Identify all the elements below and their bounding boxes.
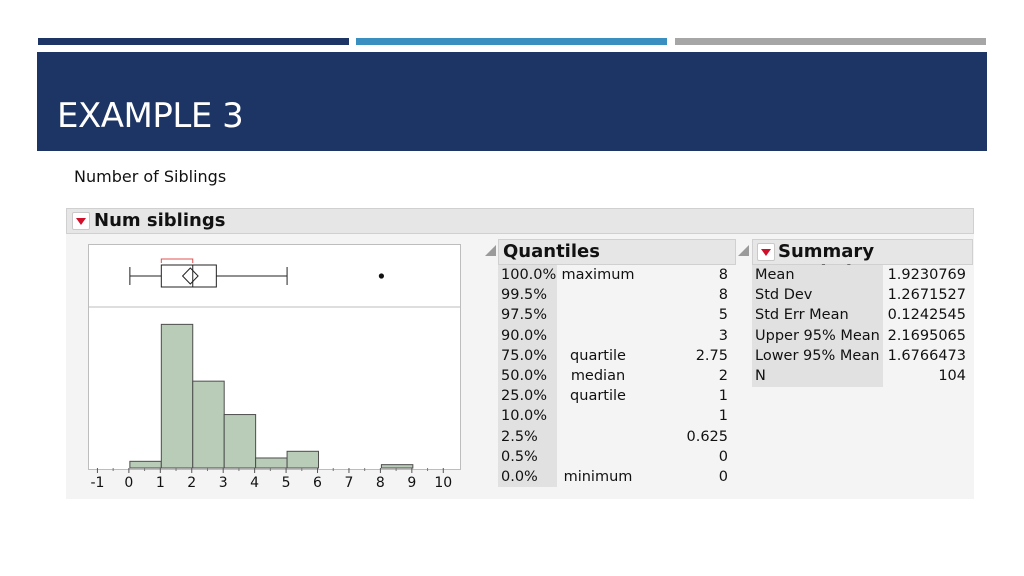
summary-row: Lower 95% Mean 1.6766473 xyxy=(752,346,968,366)
quantile-value: 0 xyxy=(718,448,728,465)
summary-value: 104 xyxy=(938,368,966,384)
quantile-row: 2.5% 0.625 xyxy=(498,427,730,447)
summary-label: Std Dev xyxy=(755,287,813,304)
quantile-row: 10.0% 1 xyxy=(498,406,730,426)
summary-value: 2.1695065 xyxy=(887,327,966,344)
summary-value: 1.6766473 xyxy=(887,347,966,364)
summary-table: Mean 1.9230769 Std Dev 1.2671527 Std Err Mea… xyxy=(752,265,968,389)
accent-bar-gray xyxy=(675,38,986,45)
summary-label: Lower 95% Mean xyxy=(755,347,880,364)
quantile-label: maximum xyxy=(561,267,635,283)
quantile-percent: 99.5% xyxy=(501,287,548,304)
quantile-percent: 97.5% xyxy=(501,307,548,324)
quantile-row: 100.0% maximum 8 xyxy=(498,265,730,285)
x-axis-tick-label: 7 xyxy=(344,475,353,491)
shortest-half-bracket xyxy=(160,258,194,263)
report-header: Num siblings xyxy=(66,208,974,234)
summary-row: Std Dev 1.2671527 xyxy=(752,285,968,305)
summary-label: Mean xyxy=(755,267,795,283)
quantile-percent: 90.0% xyxy=(501,327,548,344)
x-axis-tick-label: -1 xyxy=(90,475,104,491)
quantile-value: 2.75 xyxy=(695,347,728,364)
x-axis-svg: -1 0 1 2 3 4 5 6 7 8 9 10 xyxy=(90,468,452,491)
x-axis-tick-label: 2 xyxy=(187,475,196,491)
quantile-value: 1 xyxy=(718,388,728,405)
quantiles-header: Quantiles xyxy=(498,239,736,265)
quantiles-title: Quantiles xyxy=(503,241,600,262)
summary-value: 1.2671527 xyxy=(887,287,966,304)
summary-row: Upper 95% Mean 2.1695065 xyxy=(752,326,968,346)
histogram-bar xyxy=(255,457,288,469)
quantile-percent: 75.0% xyxy=(501,347,548,364)
quantile-percent: 2.5% xyxy=(501,428,538,445)
quantile-value: 1 xyxy=(718,408,728,425)
summary-row: Std Err Mean 0.1242545 xyxy=(752,305,968,325)
quantile-percent: 25.0% xyxy=(501,388,548,405)
x-axis-tick-label: 5 xyxy=(282,475,291,491)
red-triangle-menu-icon[interactable] xyxy=(72,212,90,230)
quantile-row: 90.0% 3 xyxy=(498,326,730,346)
quantile-value: 2 xyxy=(718,368,728,384)
quantile-row: 0.0% minimum 0 xyxy=(498,467,730,487)
quantile-percent: 0.5% xyxy=(501,448,538,465)
x-axis-tick-label: 9 xyxy=(407,475,416,491)
boxplot-box xyxy=(160,264,217,288)
quantile-value: 5 xyxy=(718,307,728,324)
quantiles-disclosure-icon[interactable] xyxy=(485,245,496,256)
red-triangle-menu-icon[interactable] xyxy=(757,243,775,261)
summary-label: N xyxy=(755,368,766,384)
histogram-bar xyxy=(129,460,162,469)
x-axis-tick-label: 3 xyxy=(219,475,228,491)
x-axis: -1 0 1 2 3 4 5 6 7 8 9 10 xyxy=(88,468,461,498)
summary-row: N 104 xyxy=(752,366,968,386)
x-axis-tick-label: 10 xyxy=(434,475,452,491)
quantile-row: 75.0% quartile 2.75 xyxy=(498,346,730,366)
summary-disclosure-icon[interactable] xyxy=(738,245,749,256)
quantile-row: 99.5% 8 xyxy=(498,285,730,305)
summary-row: Mean 1.9230769 xyxy=(752,265,968,285)
accent-bar-dark xyxy=(38,38,349,45)
boxplot-outlier-point xyxy=(378,273,384,279)
quantile-label: quartile xyxy=(570,388,626,405)
slide-subtitle: Number of Siblings xyxy=(74,167,227,186)
quantile-label: minimum xyxy=(563,469,633,485)
quantile-row: 97.5% 5 xyxy=(498,305,730,325)
quantile-percent: 10.0% xyxy=(501,408,548,425)
quantile-row: 25.0% quartile 1 xyxy=(498,386,730,406)
histogram-bar xyxy=(160,323,194,469)
x-axis-tick-label: 8 xyxy=(376,475,385,491)
quantile-row: 0.5% 0 xyxy=(498,447,730,467)
x-axis-tick-label: 4 xyxy=(250,475,259,491)
quantile-label: quartile xyxy=(570,347,626,364)
summary-value: 0.1242545 xyxy=(887,307,966,324)
histogram-bar xyxy=(192,380,225,469)
summary-label: Upper 95% Mean xyxy=(755,327,880,344)
histogram-plot xyxy=(88,244,461,470)
summary-value: 1.9230769 xyxy=(887,267,966,283)
histogram-bar xyxy=(223,414,257,469)
quantile-row: 50.0% median 2 xyxy=(498,366,730,386)
slide-title: EXAMPLE 3 xyxy=(57,96,244,136)
quantile-value: 0 xyxy=(718,469,728,485)
accent-bar-blue xyxy=(356,38,667,45)
quantile-percent: 0.0% xyxy=(501,469,538,485)
quantile-value: 0.625 xyxy=(686,428,728,445)
summary-header: Summary Statistics xyxy=(752,239,973,283)
quantile-value: 8 xyxy=(718,287,728,304)
quantile-value: 3 xyxy=(718,327,728,344)
distribution-report: Num siblings -1 0 1 2 3 4 5 6 7 8 9 10 Quantiles 10… xyxy=(66,208,974,499)
quantile-percent: 50.0% xyxy=(501,368,548,384)
quantile-percent: 100.0% xyxy=(501,267,557,283)
summary-label: Std Err Mean xyxy=(755,307,849,324)
x-axis-tick-label: 1 xyxy=(156,475,165,491)
x-axis-tick-label: 6 xyxy=(313,475,322,491)
report-title: Num siblings xyxy=(94,210,226,231)
title-banner: EXAMPLE 3 xyxy=(37,52,987,151)
histogram-bar xyxy=(286,450,320,469)
quantile-value: 8 xyxy=(718,267,728,283)
quantiles-table: 100.0% maximum 8 99.5% 8 97.5% 5 90.0% 3 75.0% qua… xyxy=(498,265,730,489)
x-axis-tick-label: 0 xyxy=(124,475,133,491)
quantile-label: median xyxy=(570,368,626,384)
histogram-svg xyxy=(89,258,460,469)
